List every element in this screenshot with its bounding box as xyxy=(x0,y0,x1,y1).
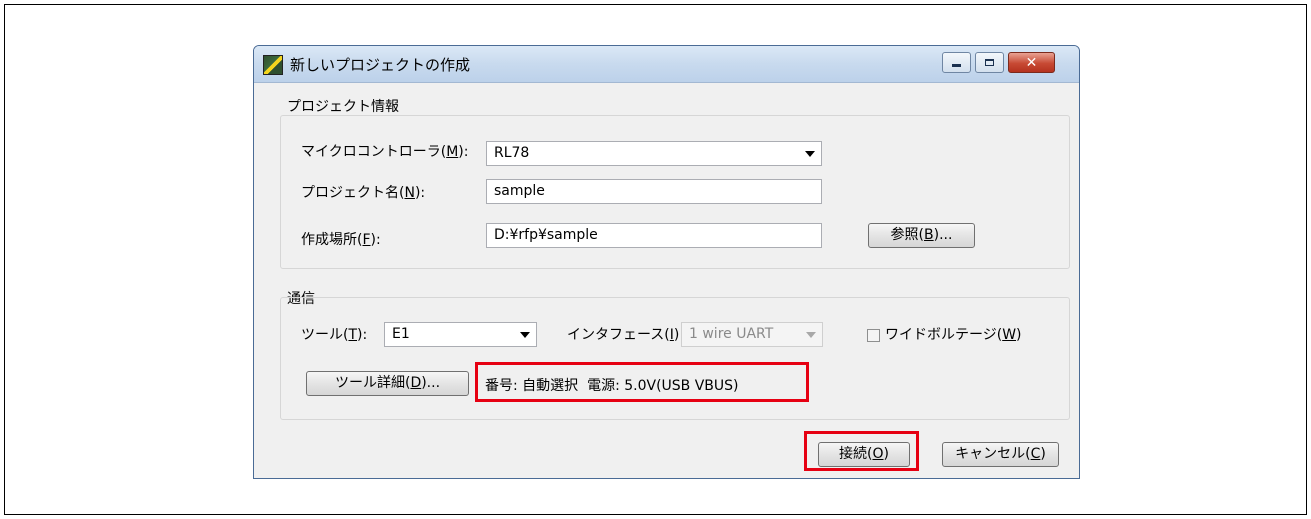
microcontroller-label: マイクロコントローラ(M): xyxy=(301,144,469,160)
microcontroller-value: RL78 xyxy=(494,145,530,161)
maximize-icon xyxy=(985,59,994,66)
status-highlight-box xyxy=(475,362,809,402)
tool-label: ツール(T): xyxy=(301,327,368,343)
project-info-group-title: プロジェクト情報 xyxy=(287,99,399,115)
interface-label: インタフェース(I): xyxy=(567,327,685,343)
close-button[interactable]: ✕ xyxy=(1008,52,1055,73)
minimize-icon xyxy=(952,64,961,67)
cancel-button[interactable]: キャンセル(C) xyxy=(942,442,1059,467)
microcontroller-select[interactable]: RL78 xyxy=(486,141,822,166)
chevron-down-icon xyxy=(805,151,815,157)
connect-highlight-box xyxy=(804,431,919,471)
wide-voltage-label: ワイドボルテージ(W) xyxy=(885,327,1022,343)
window-title: 新しいプロジェクトの作成 xyxy=(290,56,471,74)
new-project-dialog: 新しいプロジェクトの作成 ✕ プロジェクト情報 マイクロコントローラ(M): R… xyxy=(253,45,1080,479)
close-icon: ✕ xyxy=(1025,54,1038,71)
app-icon xyxy=(263,55,283,75)
tool-details-button[interactable]: ツール詳細(D)... xyxy=(306,371,469,396)
chevron-down-icon xyxy=(520,332,530,338)
maximize-button[interactable] xyxy=(975,52,1004,73)
wide-voltage-checkbox[interactable] xyxy=(867,329,880,342)
project-name-input[interactable]: sample xyxy=(486,179,822,204)
location-label: 作成場所(F): xyxy=(301,232,381,248)
location-input[interactable]: D:¥rfp¥sample xyxy=(486,223,822,248)
chevron-down-icon xyxy=(806,332,816,338)
tool-value: E1 xyxy=(392,326,410,342)
interface-value: 1 wire UART xyxy=(689,326,774,342)
tool-select[interactable]: E1 xyxy=(384,322,537,347)
interface-select[interactable]: 1 wire UART xyxy=(681,322,823,347)
minimize-button[interactable] xyxy=(942,52,971,73)
title-bar: 新しいプロジェクトの作成 ✕ xyxy=(254,46,1079,83)
project-name-label: プロジェクト名(N): xyxy=(301,185,426,201)
browse-button[interactable]: 参照(B)... xyxy=(868,223,975,248)
